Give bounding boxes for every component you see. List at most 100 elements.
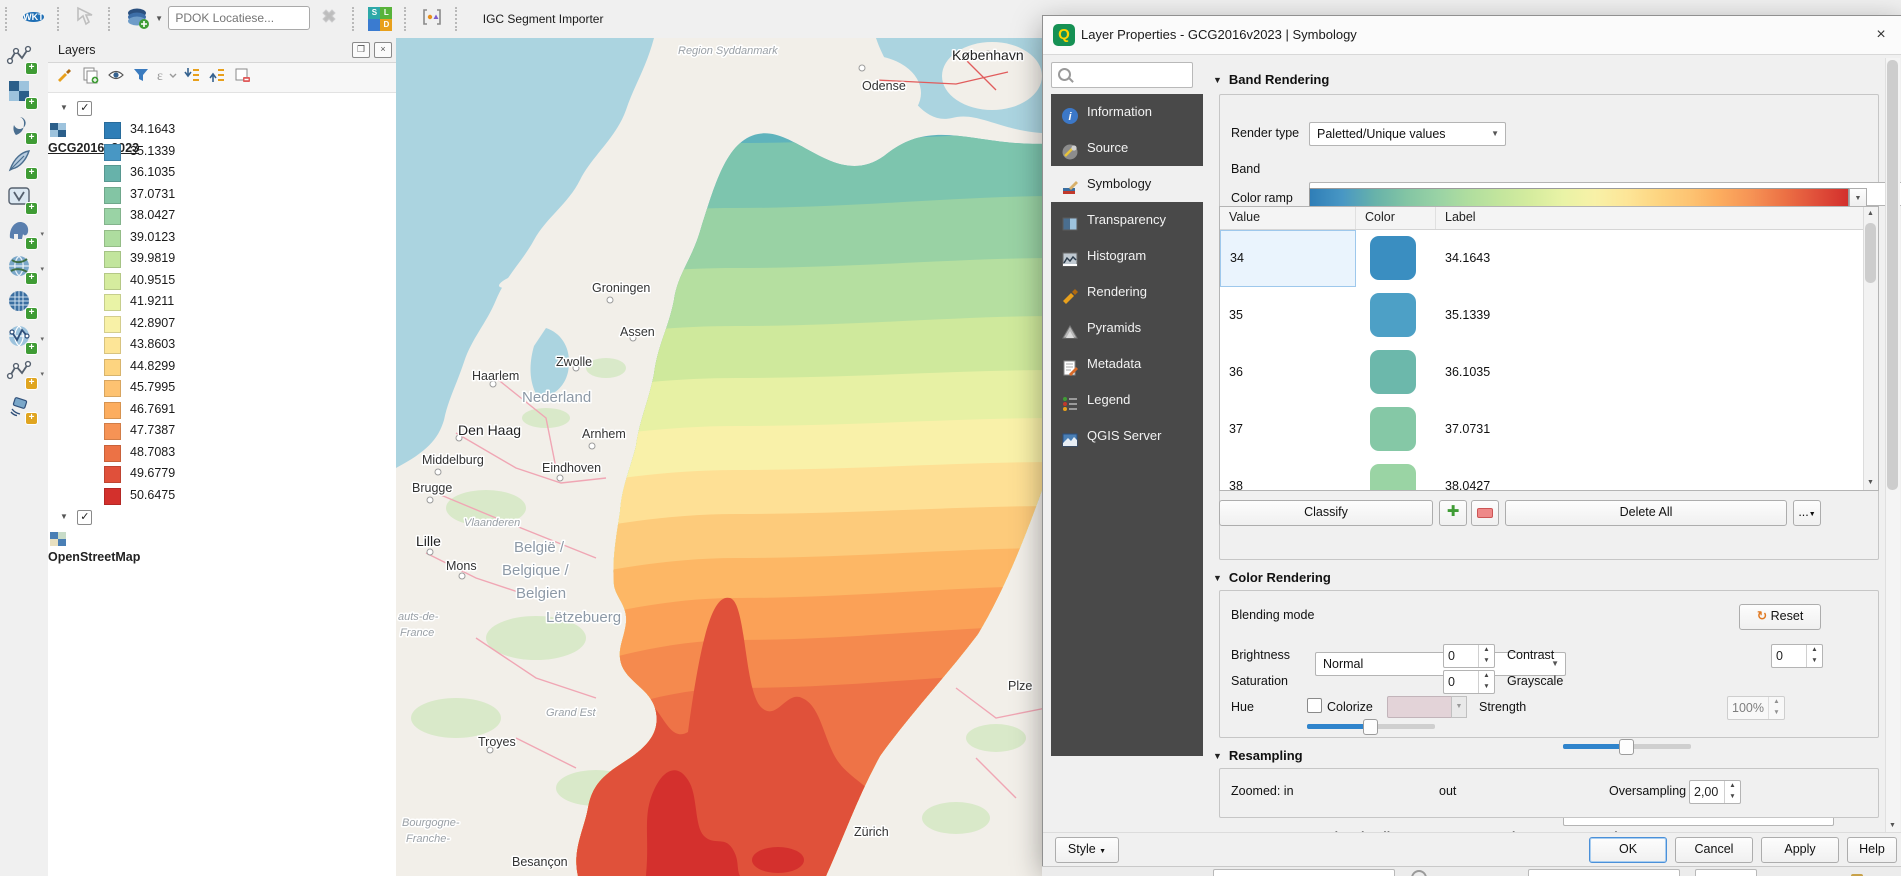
- value-cell[interactable]: 38: [1220, 458, 1356, 490]
- legend-item[interactable]: 41.9211: [48, 291, 396, 313]
- sidebar-tab-source[interactable]: Source: [1051, 130, 1203, 166]
- render-type-combo[interactable]: Paletted/Unique values ▼: [1309, 122, 1506, 146]
- legend-item[interactable]: 40.9515: [48, 270, 396, 292]
- value-cell[interactable]: 35: [1220, 287, 1356, 344]
- scroll-handle[interactable]: [1887, 60, 1898, 490]
- legend-item[interactable]: 49.6779: [48, 463, 396, 485]
- add-wfs-layer-button[interactable]: + ▾: [6, 323, 44, 355]
- sidebar-tab-pyramids[interactable]: Pyramids: [1051, 310, 1203, 346]
- open-layer-styling-button[interactable]: [54, 66, 76, 86]
- add-vector-dataset-button[interactable]: +: [6, 183, 38, 215]
- column-header-value[interactable]: Value: [1220, 207, 1356, 229]
- coordinate-input[interactable]: [1213, 869, 1396, 876]
- dropdown-arrow-icon[interactable]: ▾: [40, 265, 44, 273]
- table-row[interactable]: 37 37.0731: [1220, 401, 1878, 458]
- dropdown-arrow-icon[interactable]: ▾: [40, 370, 44, 378]
- remove-layer-button[interactable]: [231, 66, 253, 86]
- color-swatch[interactable]: [1370, 407, 1416, 451]
- wkt-plugin-button[interactable]: WKT: [18, 4, 48, 34]
- add-spatialite-layer-button[interactable]: +: [6, 148, 38, 180]
- add-group-button[interactable]: [79, 66, 101, 86]
- reset-button[interactable]: ↻ Reset: [1739, 604, 1821, 630]
- saturation-spinbox[interactable]: 0 ▲ ▼: [1443, 670, 1495, 694]
- add-delimited-text-layer-button[interactable]: +: [6, 113, 38, 145]
- toolbar-handle[interactable]: [352, 7, 359, 31]
- label-cell[interactable]: 35.1339: [1436, 287, 1878, 344]
- column-header-color[interactable]: Color: [1356, 207, 1436, 229]
- layer-checkbox[interactable]: ✓: [77, 510, 93, 525]
- map-canvas[interactable]: Region Syddanmark København Odense Groninge…: [396, 38, 1060, 876]
- add-entry-button[interactable]: ✚: [1439, 500, 1467, 526]
- table-row[interactable]: 34 34.1643: [1220, 230, 1878, 287]
- sidebar-tab-qgis-server[interactable]: QGIS Server: [1051, 418, 1203, 454]
- color-cell[interactable]: [1356, 401, 1436, 458]
- label-cell[interactable]: 34.1643: [1436, 230, 1878, 287]
- dropdown-arrow-icon[interactable]: ▾: [40, 230, 44, 238]
- classify-button[interactable]: Classify: [1219, 500, 1433, 526]
- filter-by-expression-button[interactable]: ε: [155, 66, 177, 86]
- legend-item[interactable]: 45.7995: [48, 377, 396, 399]
- expand-all-button[interactable]: [181, 66, 203, 86]
- scale-combo[interactable]: [1528, 869, 1681, 876]
- sidebar-tab-legend[interactable]: Legend: [1051, 382, 1203, 418]
- scroll-up-icon[interactable]: ▲: [1864, 207, 1877, 221]
- scroll-down-icon[interactable]: ▼: [1864, 476, 1877, 490]
- apply-button[interactable]: Apply: [1761, 837, 1839, 863]
- label-cell[interactable]: 38.0427: [1436, 458, 1878, 490]
- layer-row-osm[interactable]: ▼ ✓ OpenStreetMap: [48, 506, 396, 564]
- contrast-spinbox[interactable]: 0 ▲ ▼: [1771, 644, 1823, 668]
- sidebar-tab-metadata[interactable]: Metadata: [1051, 346, 1203, 382]
- add-wms-layer-button[interactable]: + ▾: [6, 253, 44, 285]
- color-swatch[interactable]: [1370, 350, 1416, 394]
- sidebar-tab-information[interactable]: i Information: [1051, 94, 1203, 130]
- label-cell[interactable]: 37.0731: [1436, 401, 1878, 458]
- collapse-all-button[interactable]: [206, 66, 228, 86]
- table-row[interactable]: 36 36.1035: [1220, 344, 1878, 401]
- legend-item[interactable]: 39.0123: [48, 227, 396, 249]
- collapse-arrow-icon[interactable]: ▼: [56, 506, 72, 528]
- layer-checkbox[interactable]: ✓: [77, 101, 93, 116]
- resampling-header[interactable]: ▼ Resampling: [1213, 748, 1303, 763]
- clear-locator-button[interactable]: [314, 4, 344, 34]
- color-swatch[interactable]: [1370, 293, 1416, 337]
- dialog-close-icon[interactable]: ×: [1868, 22, 1894, 48]
- classification-table[interactable]: Value Color Label 34 34.1643 35 35.1339 36 36…: [1219, 206, 1879, 491]
- color-cell[interactable]: [1356, 344, 1436, 401]
- legend-item[interactable]: 46.7691: [48, 399, 396, 421]
- advanced-options-button[interactable]: ...▼: [1793, 500, 1821, 526]
- add-wcs-layer-button[interactable]: +: [6, 288, 38, 320]
- add-virtual-layer-button[interactable]: + ▾: [6, 358, 44, 390]
- toolbar-handle[interactable]: [455, 7, 462, 31]
- label-cell[interactable]: 36.1035: [1436, 344, 1878, 401]
- select-segment-button[interactable]: [70, 4, 100, 34]
- add-raster-layer-button[interactable]: +: [6, 78, 38, 110]
- legend-item[interactable]: 44.8299: [48, 356, 396, 378]
- color-cell[interactable]: [1356, 230, 1436, 287]
- toolbar-handle[interactable]: [403, 7, 411, 31]
- pdok-dropdown-arrow[interactable]: ▼: [155, 14, 163, 23]
- value-cell[interactable]: 34: [1220, 230, 1356, 287]
- toolbar-handle[interactable]: [5, 7, 12, 31]
- help-button[interactable]: Help: [1847, 837, 1897, 863]
- legend-item[interactable]: 38.0427: [48, 205, 396, 227]
- ok-button[interactable]: OK: [1589, 837, 1667, 863]
- raster-attributes-button[interactable]: [417, 4, 447, 34]
- add-vector-layer-button[interactable]: +: [6, 43, 38, 75]
- toolbar-handle[interactable]: [108, 7, 115, 31]
- band-rendering-header[interactable]: ▼ Band Rendering: [1213, 72, 1329, 87]
- sidebar-tab-histogram[interactable]: Histogram: [1051, 238, 1203, 274]
- brightness-slider[interactable]: [1307, 716, 1435, 736]
- legend-item[interactable]: 48.7083: [48, 442, 396, 464]
- magnifier-icon[interactable]: [1410, 870, 1427, 876]
- color-cell[interactable]: [1356, 458, 1436, 490]
- sidebar-tab-transparency[interactable]: Transparency: [1051, 202, 1203, 238]
- toolbar-handle[interactable]: [56, 7, 64, 31]
- panel-float-icon[interactable]: ❐: [352, 42, 370, 58]
- color-swatch[interactable]: [1370, 464, 1416, 490]
- legend-item[interactable]: 47.7387: [48, 420, 396, 442]
- brightness-spinbox[interactable]: 0 ▲ ▼: [1443, 644, 1495, 668]
- pdok-layers-button[interactable]: [122, 4, 152, 34]
- table-row[interactable]: 38 38.0427: [1220, 458, 1878, 490]
- color-rendering-header[interactable]: ▼ Color Rendering: [1213, 570, 1331, 585]
- legend-item[interactable]: 42.8907: [48, 313, 396, 335]
